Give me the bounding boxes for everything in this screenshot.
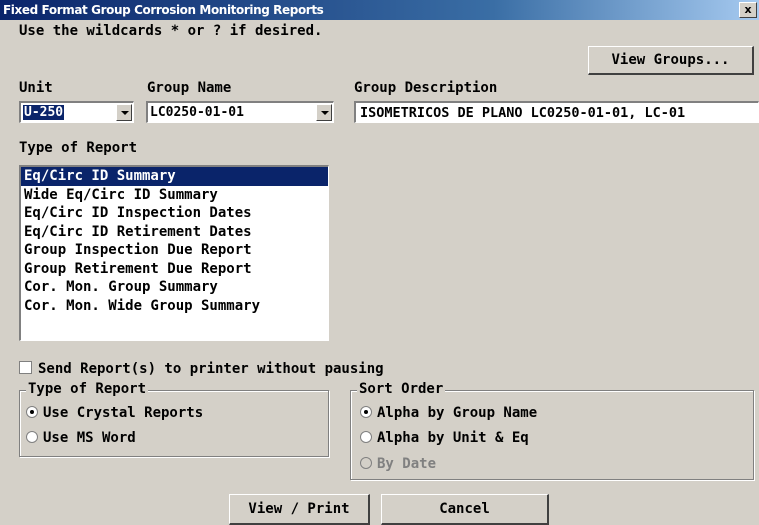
wildcard-hint: Use the wildcards * or ? if desired. (19, 23, 323, 39)
chevron-down-icon[interactable] (116, 104, 132, 121)
group-description-value: ISOMETRICOS DE PLANO LC0250-01-01, LC-01 (360, 105, 686, 121)
radio-unselected-icon (360, 457, 372, 469)
close-icon[interactable]: x (739, 2, 757, 18)
radio-unselected-icon[interactable] (360, 431, 372, 443)
radio-label: Alpha by Group Name (377, 405, 538, 421)
radio-label: Use MS Word (43, 430, 136, 446)
list-item[interactable]: Group Retirement Due Report (21, 260, 328, 279)
list-item[interactable]: Eq/Circ ID Inspection Dates (21, 204, 328, 223)
title-bar[interactable]: Fixed Format Group Corrosion Monitoring … (0, 0, 759, 20)
radio-unselected-icon[interactable] (26, 431, 38, 443)
radio-label: Use Crystal Reports (43, 405, 204, 421)
list-item[interactable]: Eq/Circ ID Retirement Dates (21, 223, 328, 242)
radio-alpha-group-name[interactable]: Alpha by Group Name (360, 405, 537, 421)
report-format-legend: Type of Report (26, 381, 149, 397)
unit-label: Unit (19, 80, 53, 96)
report-format-group: Type of Report (19, 381, 329, 457)
radio-label: Alpha by Unit & Eq (377, 430, 529, 446)
list-item[interactable]: Group Inspection Due Report (21, 241, 328, 260)
send-to-printer-checkbox[interactable]: Send Report(s) to printer without pausin… (19, 361, 384, 377)
report-type-list[interactable]: Eq/Circ ID Summary Wide Eq/Circ ID Summa… (19, 165, 329, 341)
sort-order-legend: Sort Order (357, 381, 446, 397)
radio-ms-word[interactable]: Use MS Word (26, 430, 136, 446)
chevron-down-icon[interactable] (316, 104, 332, 121)
radio-by-date: By Date (360, 456, 436, 472)
list-item[interactable]: Eq/Circ ID Summary (21, 167, 328, 186)
view-groups-button[interactable]: View Groups... (588, 46, 754, 75)
report-dialog: Fixed Format Group Corrosion Monitoring … (0, 0, 759, 525)
group-name-label: Group Name (147, 80, 232, 96)
radio-label: By Date (377, 456, 437, 472)
send-to-printer-label: Send Report(s) to printer without pausin… (38, 361, 384, 377)
list-item[interactable]: Cor. Mon. Group Summary (21, 278, 328, 297)
unit-value: U-250 (23, 105, 65, 120)
radio-selected-icon[interactable] (360, 406, 372, 418)
radio-crystal-reports[interactable]: Use Crystal Reports (26, 405, 203, 421)
view-print-button[interactable]: View / Print (229, 494, 370, 525)
report-type-label: Type of Report (19, 140, 138, 156)
group-description-field[interactable]: ISOMETRICOS DE PLANO LC0250-01-01, LC-01 (354, 101, 759, 123)
radio-alpha-unit-eq[interactable]: Alpha by Unit & Eq (360, 430, 529, 446)
list-item[interactable]: Cor. Mon. Wide Group Summary (21, 297, 328, 316)
group-name-value: LC0250-01-01 (150, 105, 244, 120)
window-title: Fixed Format Group Corrosion Monitoring … (3, 3, 324, 17)
cancel-button[interactable]: Cancel (381, 494, 549, 525)
list-item[interactable]: Wide Eq/Circ ID Summary (21, 186, 328, 205)
radio-selected-icon[interactable] (26, 406, 38, 418)
checkbox-icon[interactable] (19, 361, 32, 374)
group-description-label: Group Description (354, 80, 498, 96)
group-name-select[interactable]: LC0250-01-01 (146, 101, 334, 123)
unit-select[interactable]: U-250 (19, 101, 134, 123)
